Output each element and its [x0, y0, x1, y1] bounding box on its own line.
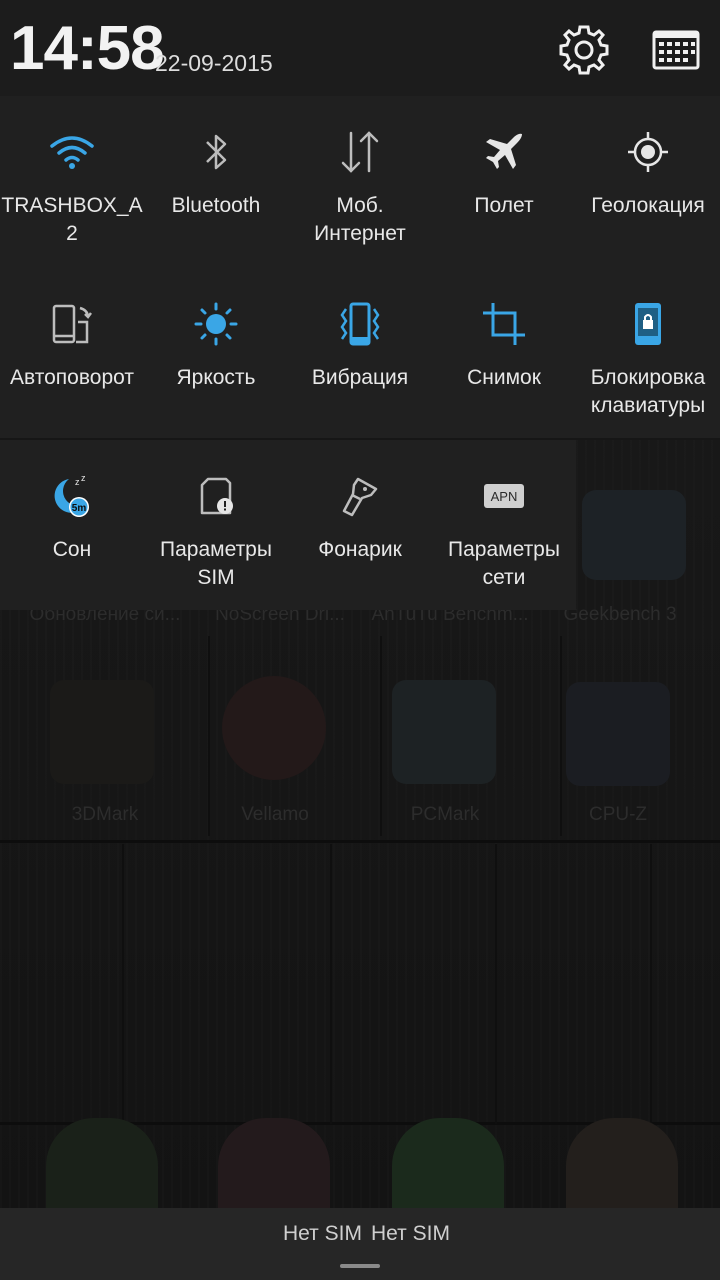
- settings-button[interactable]: [556, 22, 612, 78]
- app-label: PCMark: [410, 804, 480, 825]
- sleep-icon: z z 5m: [54, 473, 89, 517]
- tile-network-settings[interactable]: APN Параметры сети: [432, 440, 576, 610]
- date: 22-09-2015: [155, 50, 273, 76]
- clock: 14:58: [10, 14, 165, 83]
- sleep-badge: 5m: [72, 503, 87, 514]
- tile-label: Bluetooth: [171, 194, 261, 217]
- vibration-icon: [340, 302, 380, 346]
- tile-brightness[interactable]: Яркость: [144, 268, 288, 438]
- autorotate-icon: [52, 304, 92, 344]
- notification-header: 14:58 22-09-2015: [0, 0, 720, 96]
- tile-label: TRASHBOX_A 2: [1, 194, 143, 245]
- sim-status-bar: Нет SIM Нет SIM: [0, 1208, 720, 1280]
- brightness-icon: [194, 302, 238, 346]
- svg-text:z: z: [81, 473, 86, 483]
- tile-wifi[interactable]: TRASHBOX_A 2: [0, 96, 144, 266]
- crop-icon: [483, 303, 525, 345]
- app-icon-vellamo[interactable]: [222, 676, 326, 780]
- tile-label: Полет: [474, 194, 534, 217]
- tile-sleep[interactable]: z z 5m Сон: [0, 440, 144, 610]
- gear-icon: [559, 25, 609, 75]
- tile-autorotate[interactable]: Автоповорот: [0, 268, 144, 438]
- tile-vibration[interactable]: Вибрация: [288, 268, 432, 438]
- apn-icon: APN: [484, 484, 524, 508]
- wifi-icon: [50, 136, 94, 169]
- app-icon-3dmark[interactable]: [50, 680, 154, 784]
- location-icon: [628, 132, 668, 172]
- tile-label: Сон: [52, 538, 92, 561]
- quick-settings-row-2: Автоповорот Яркость Вибрация Снимок Блок…: [0, 268, 720, 440]
- apn-badge: APN: [491, 489, 518, 504]
- tile-keyboard-lock[interactable]: Блокировка клавиатуры: [576, 268, 720, 438]
- tile-mobile-data[interactable]: Моб. Интернет: [288, 96, 432, 266]
- tile-label: Геолокация: [591, 194, 705, 217]
- grid-edit-icon: [652, 30, 700, 70]
- quick-settings-row-1: TRASHBOX_A 2 Bluetooth Моб. Интернет Пол: [0, 96, 720, 270]
- keyboard-lock-icon: [635, 303, 661, 345]
- dock-messages-icon[interactable]: [392, 1118, 504, 1214]
- sim-settings-icon: [200, 477, 233, 515]
- airplane-icon: [486, 133, 522, 169]
- quick-settings-row-3: z z 5m Сон Параметры SIM Фонарик APN Пар…: [0, 440, 576, 610]
- tile-label: Параметры сети: [448, 538, 560, 589]
- tile-sim-settings[interactable]: Параметры SIM: [144, 440, 288, 610]
- tile-location[interactable]: Геолокация: [576, 96, 720, 266]
- app-icon-cpuz[interactable]: [566, 682, 670, 786]
- tile-label: Блокировка клавиатуры: [590, 366, 706, 417]
- edit-tiles-button[interactable]: [648, 22, 704, 78]
- dock-chrome-icon[interactable]: [566, 1118, 678, 1214]
- sim1-status: Нет SIM: [283, 1222, 362, 1245]
- tile-label: Моб. Интернет: [314, 194, 406, 245]
- dock-contacts-icon[interactable]: [218, 1118, 330, 1214]
- app-label: 3DMark: [71, 804, 139, 825]
- tile-flashlight[interactable]: Фонарик: [288, 440, 432, 610]
- app-icon-geekbench[interactable]: [582, 490, 686, 580]
- tile-screenshot[interactable]: Снимок: [432, 268, 576, 438]
- tile-airplane[interactable]: Полет: [432, 96, 576, 266]
- app-label: Vellamo: [241, 804, 309, 825]
- app-label: CPU-Z: [588, 804, 648, 825]
- tile-label: Фонарик: [318, 538, 402, 561]
- app-icon-pcmark[interactable]: [392, 680, 496, 784]
- tile-label: Снимок: [467, 366, 541, 389]
- svg-text:z: z: [75, 477, 80, 487]
- sim2-status: Нет SIM: [371, 1222, 450, 1245]
- tile-bluetooth[interactable]: Bluetooth: [144, 96, 288, 266]
- tile-label: Автоповорот: [10, 366, 134, 389]
- tile-label: Параметры SIM: [160, 538, 272, 589]
- bluetooth-icon: [206, 134, 227, 170]
- drag-handle[interactable]: [340, 1264, 380, 1268]
- flashlight-icon: [342, 477, 378, 517]
- tile-label: Яркость: [176, 366, 256, 389]
- dock-phone-icon[interactable]: [46, 1118, 158, 1214]
- tile-label: Вибрация: [311, 366, 409, 389]
- mobile-data-icon: [341, 131, 379, 173]
